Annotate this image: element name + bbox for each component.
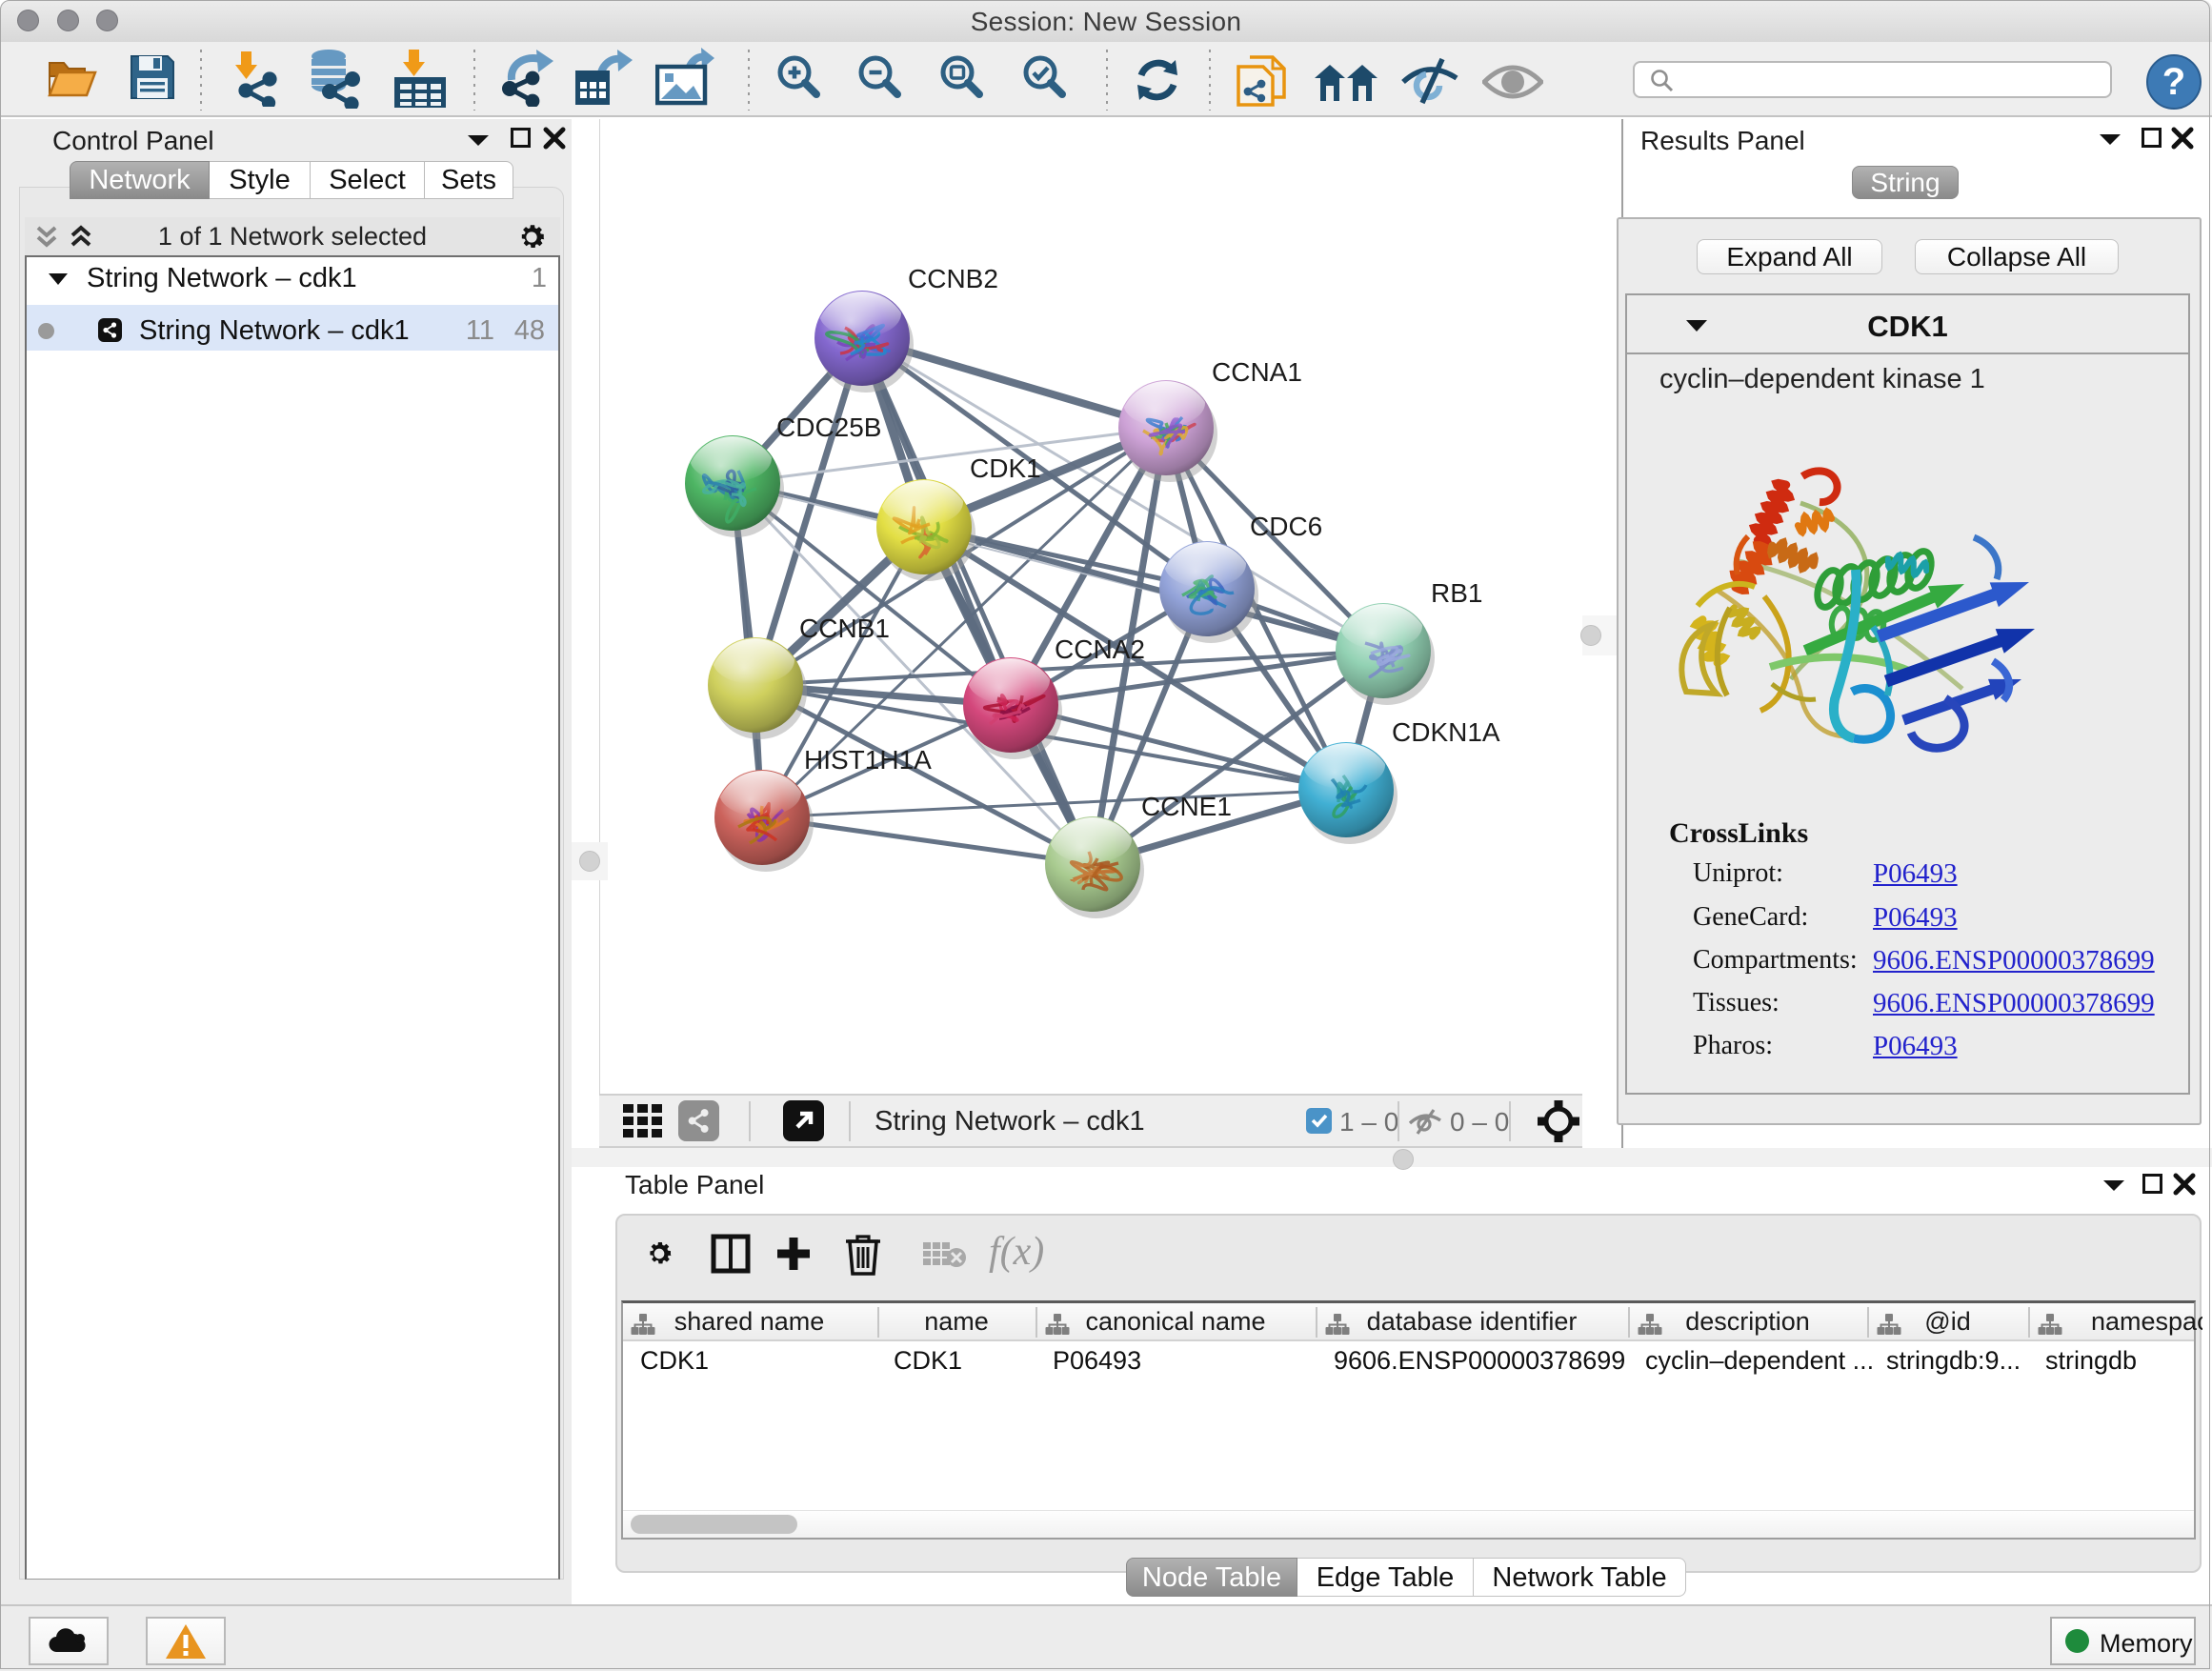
svg-text:HIST1H1A: HIST1H1A [804,745,932,775]
svg-text:CDKN1A: CDKN1A [1392,717,1500,747]
svg-text:CDK1: CDK1 [970,453,1041,483]
svg-text:CCNB2: CCNB2 [908,264,998,293]
svg-text:CCNA2: CCNA2 [1055,634,1145,664]
svg-text:CDC6: CDC6 [1250,512,1322,541]
svg-text:RB1: RB1 [1431,578,1482,608]
svg-text:CCNE1: CCNE1 [1141,792,1232,821]
svg-text:CCNA1: CCNA1 [1212,357,1302,387]
svg-text:?: ? [2162,61,2185,103]
svg-text:CCNB1: CCNB1 [799,614,890,643]
svg-text:CDC25B: CDC25B [776,413,881,442]
